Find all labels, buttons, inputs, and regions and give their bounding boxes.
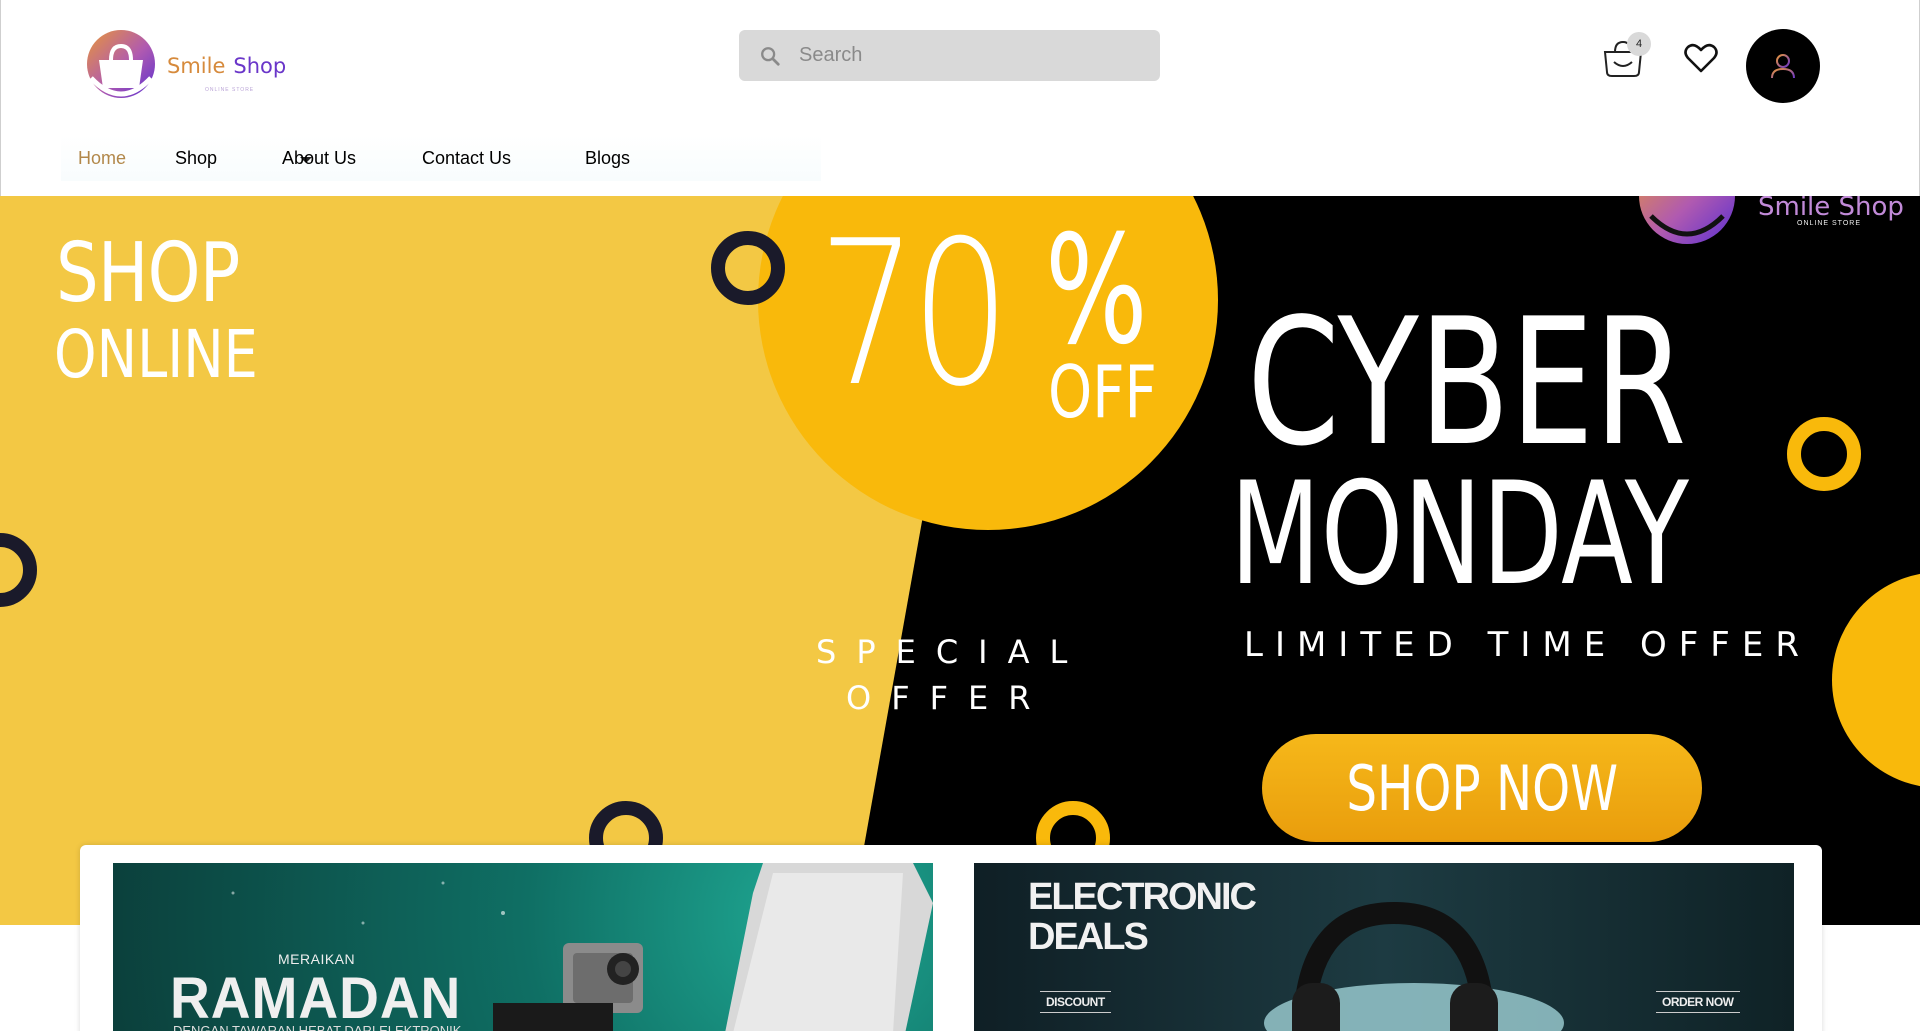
hero-title-cyber: CYBER — [1247, 282, 1687, 485]
hero-logo-tagline: ONLINE STORE — [1797, 220, 1861, 227]
discount-label: DISCOUNT — [1040, 991, 1111, 1013]
promo-subtitle: DENGAN TAWARAN HEBAT DARI ELEKTRONIK — [173, 1023, 462, 1031]
shop-now-label: SHOP NOW — [1346, 751, 1618, 825]
nav-about-us[interactable]: About Us — [282, 148, 356, 169]
promo-title-ramadan: RAMADAN — [170, 966, 462, 1031]
promo-card-ramadan[interactable]: MERAIKAN RAMADAN DENGAN TAWARAN HEBAT DA… — [113, 863, 933, 1031]
cart-button[interactable]: 4 — [1601, 32, 1651, 82]
nav-contact-us[interactable]: Contact Us — [422, 148, 511, 169]
special-offer-line1: SPECIAL — [816, 633, 1088, 671]
logo-word-2: Shop — [233, 53, 287, 78]
main-nav: Home Shop About Us Contact Us Blogs — [61, 135, 821, 181]
logo-word-1: Smile — [167, 53, 226, 78]
logo-tagline: ONLINE STORE — [205, 87, 255, 93]
shop-now-button[interactable]: SHOP NOW — [1262, 734, 1702, 842]
promo-title-electronic-deals: ELECTRONIC DEALS — [1028, 876, 1257, 958]
logo-wordmark: Smile Shop — [167, 53, 287, 78]
promo-title-line2: DEALS — [1028, 916, 1149, 958]
special-offer-line2: OFFER — [846, 679, 1051, 717]
cart-count-badge: 4 — [1627, 32, 1651, 56]
search-input[interactable] — [799, 44, 1129, 67]
hero-banner[interactable]: Smile Shop ONLINE STORE SHOP ONLINE 70 %… — [0, 196, 1920, 925]
search-bar[interactable] — [739, 30, 1160, 81]
hero-title-monday: MONDAY — [1230, 452, 1689, 617]
profile-button[interactable] — [1746, 29, 1820, 103]
hero-shop-line: SHOP — [56, 226, 240, 321]
wishlist-button[interactable] — [1684, 42, 1718, 74]
nav-home[interactable]: Home — [78, 148, 126, 169]
discount-percent: % — [1045, 204, 1148, 378]
nav-shop[interactable]: Shop — [175, 148, 217, 169]
shopping-bag-logo-icon — [81, 28, 161, 104]
hero-online-line: ONLINE — [54, 316, 258, 393]
search-icon — [761, 46, 780, 66]
order-now-link[interactable]: ORDER NOW — [1656, 991, 1740, 1013]
limited-time-offer: LIMITED TIME OFFER — [1244, 625, 1811, 665]
heart-icon — [1684, 43, 1718, 73]
promo-card-electronic-deals[interactable]: ELECTRONIC DEALS DISCOUNT ORDER NOW — [974, 863, 1794, 1031]
nav-blogs[interactable]: Blogs — [585, 148, 630, 169]
discount-off: OFF — [1048, 350, 1157, 434]
site-header: Smile Shop ONLINE STORE 4 — [0, 0, 1920, 196]
promo-cards: MERAIKAN RAMADAN DENGAN TAWARAN HEBAT DA… — [80, 845, 1822, 1031]
discount-number: 70 — [818, 198, 1010, 431]
hero-logo-text: Smile Shop — [1758, 196, 1904, 222]
promo-title-line1: ELECTRONIC — [1028, 876, 1257, 918]
site-logo[interactable]: Smile Shop ONLINE STORE — [81, 28, 286, 104]
user-icon — [1771, 54, 1795, 79]
